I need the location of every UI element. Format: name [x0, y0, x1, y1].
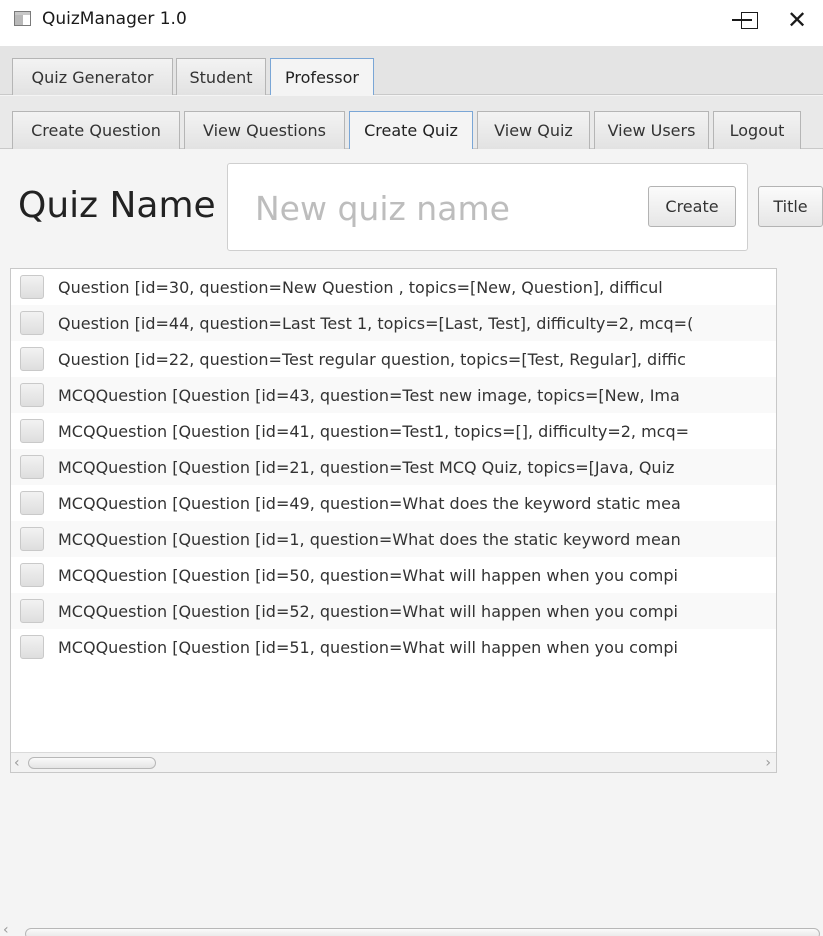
scroll-left-icon[interactable]: ‹ [14, 755, 20, 771]
question-checkbox[interactable] [20, 635, 44, 659]
scrollbar-thumb[interactable] [28, 757, 156, 769]
tab-logout[interactable]: Logout [713, 111, 801, 149]
panel-scroll-left-icon[interactable]: ‹ [3, 922, 9, 936]
question-text: Question [id=30, question=New Question ,… [58, 277, 663, 297]
question-row[interactable]: Question [id=22, question=Test regular q… [11, 341, 776, 377]
question-text: MCQQuestion [Question [id=41, question=T… [58, 421, 690, 441]
tab-view-users[interactable]: View Users [594, 111, 709, 149]
question-checkbox[interactable] [20, 455, 44, 479]
question-list: Question [id=30, question=New Question ,… [10, 268, 777, 773]
question-checkbox[interactable] [20, 491, 44, 515]
question-text: MCQQuestion [Question [id=49, question=W… [58, 493, 681, 513]
question-row[interactable]: MCQQuestion [Question [id=51, question=W… [11, 629, 776, 665]
tab-professor[interactable]: Professor [270, 58, 374, 95]
maximize-icon [740, 11, 758, 29]
question-text: MCQQuestion [Question [id=21, question=T… [58, 457, 675, 477]
list-horizontal-scrollbar[interactable]: ‹ › [11, 752, 776, 772]
tab-view-questions[interactable]: View Questions [184, 111, 345, 149]
question-row[interactable]: MCQQuestion [Question [id=52, question=W… [11, 593, 776, 629]
tab-quiz-generator[interactable]: Quiz Generator [12, 58, 173, 95]
question-row[interactable]: MCQQuestion [Question [id=1, question=Wh… [11, 521, 776, 557]
create-quiz-panel: Quiz Name Create Title Question [id=30, … [0, 149, 823, 936]
question-text: MCQQuestion [Question [id=50, question=W… [58, 565, 678, 585]
scroll-right-icon[interactable]: › [765, 755, 771, 771]
question-text: MCQQuestion [Question [id=1, question=Wh… [58, 529, 681, 549]
tab-student[interactable]: Student [176, 58, 266, 95]
tab-create-quiz[interactable]: Create Quiz [349, 111, 473, 149]
title-button[interactable]: Title [758, 186, 823, 227]
question-row[interactable]: Question [id=30, question=New Question ,… [11, 269, 776, 305]
question-row[interactable]: MCQQuestion [Question [id=50, question=W… [11, 557, 776, 593]
panel-scrollbar-thumb[interactable] [25, 928, 820, 936]
title-bar: QuizManager 1.0 ✕ [0, 0, 823, 46]
app-icon [14, 11, 31, 26]
question-text: Question [id=22, question=Test regular q… [58, 349, 686, 369]
quiz-name-label: Quiz Name [18, 185, 216, 226]
question-text: MCQQuestion [Question [id=51, question=W… [58, 637, 678, 657]
question-checkbox[interactable] [20, 563, 44, 587]
question-row[interactable]: MCQQuestion [Question [id=41, question=T… [11, 413, 776, 449]
question-checkbox[interactable] [20, 599, 44, 623]
tab-view-quiz[interactable]: View Quiz [477, 111, 590, 149]
question-checkbox[interactable] [20, 311, 44, 335]
question-text: Question [id=44, question=Last Test 1, t… [58, 313, 694, 333]
professor-tab-bar: Create Question View Questions Create Qu… [0, 96, 823, 149]
maximize-button[interactable] [705, 0, 765, 40]
question-text: MCQQuestion [Question [id=43, question=T… [58, 385, 680, 405]
question-row[interactable]: MCQQuestion [Question [id=49, question=W… [11, 485, 776, 521]
question-checkbox[interactable] [20, 419, 44, 443]
question-row[interactable]: MCQQuestion [Question [id=21, question=T… [11, 449, 776, 485]
quiz-name-input[interactable] [255, 186, 635, 230]
question-row[interactable]: Question [id=44, question=Last Test 1, t… [11, 305, 776, 341]
question-checkbox[interactable] [20, 275, 44, 299]
window-title: QuizManager 1.0 [42, 9, 187, 29]
question-checkbox[interactable] [20, 347, 44, 371]
create-button[interactable]: Create [648, 186, 736, 227]
question-row[interactable]: MCQQuestion [Question [id=43, question=T… [11, 377, 776, 413]
question-text: MCQQuestion [Question [id=52, question=W… [58, 601, 678, 621]
panel-horizontal-scrollbar[interactable]: ‹ [0, 922, 823, 936]
question-checkbox[interactable] [20, 527, 44, 551]
close-icon: ✕ [786, 6, 808, 34]
question-checkbox[interactable] [20, 383, 44, 407]
close-button[interactable]: ✕ [771, 0, 823, 40]
main-tab-bar: Quiz Generator Student Professor [0, 46, 823, 95]
tab-create-question[interactable]: Create Question [12, 111, 180, 149]
